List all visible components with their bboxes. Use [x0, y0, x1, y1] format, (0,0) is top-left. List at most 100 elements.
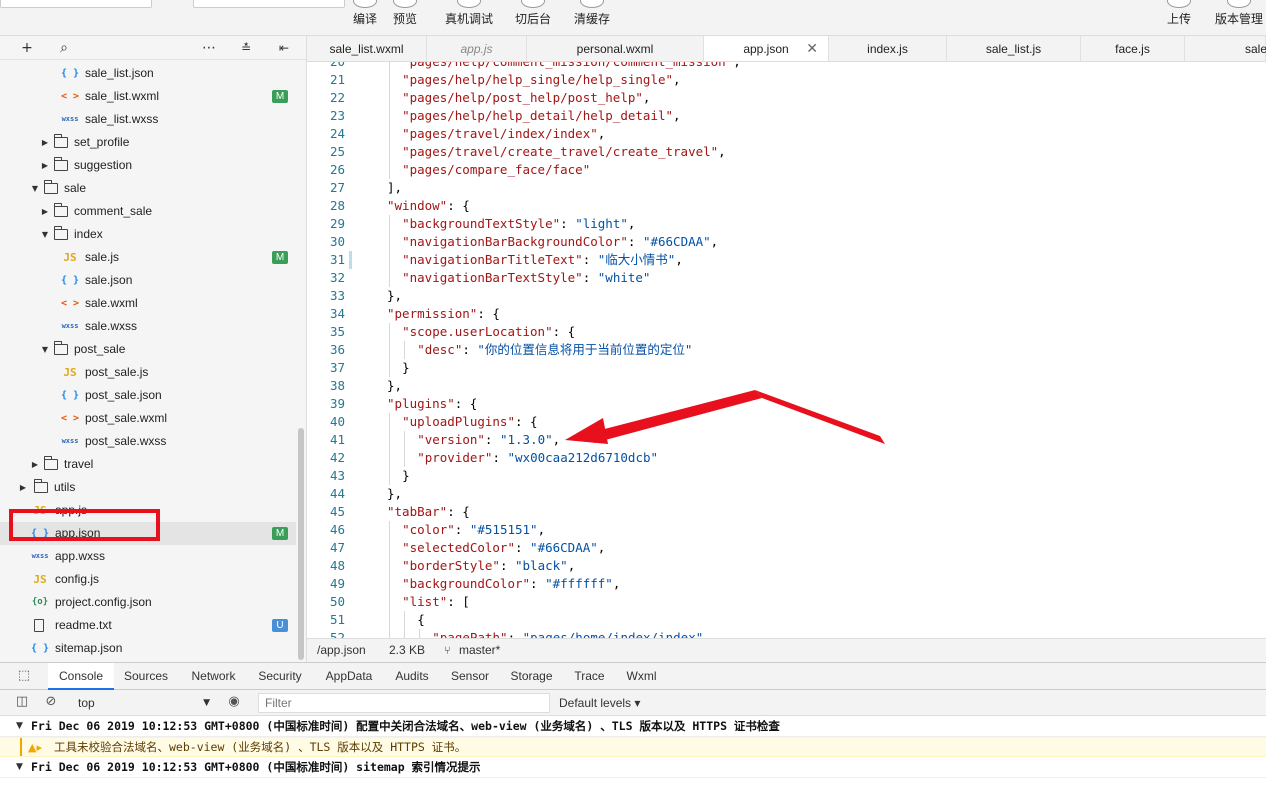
- devtools-tab[interactable]: Sensor: [444, 663, 496, 690]
- tree-file[interactable]: < > sale.wxml: [0, 292, 296, 315]
- wxss-file-icon: wxss: [61, 115, 79, 123]
- editor-tab[interactable]: app.js: [427, 36, 527, 61]
- tree-file[interactable]: wxss post_sale.wxss: [0, 430, 296, 453]
- tree-folder[interactable]: ▶ suggestion: [0, 154, 296, 177]
- json-file-icon: { }: [61, 275, 80, 286]
- devtools-tab[interactable]: Trace: [566, 663, 613, 690]
- compile-mode-selector[interactable]: [193, 0, 345, 8]
- chevron-right-icon[interactable]: ▶: [40, 131, 50, 154]
- chevron-down-icon[interactable]: ▼: [16, 758, 23, 777]
- tree-item-label: post_sale.wxss: [85, 434, 167, 448]
- editor-tab[interactable]: sale_list.wxml: [307, 36, 427, 61]
- remote-debug-button[interactable]: 真机调试: [440, 0, 498, 35]
- devtools-tab[interactable]: AppData: [317, 663, 381, 690]
- chevron-down-icon[interactable]: ▼: [16, 717, 23, 736]
- console-log-group[interactable]: ▼ Fri Dec 06 2019 10:12:53 GMT+0800 (中国标准…: [0, 758, 1266, 778]
- wxss-file-icon: wxss: [31, 552, 49, 560]
- wxml-file-icon: < >: [61, 91, 80, 102]
- more-icon[interactable]: ⋯: [200, 39, 218, 57]
- background-button[interactable]: 切后台: [509, 0, 557, 35]
- chevron-right-icon[interactable]: ▶: [30, 453, 40, 476]
- devtools-tab[interactable]: Sources: [117, 663, 175, 690]
- status-git-branch[interactable]: master*: [459, 639, 500, 662]
- tree-file[interactable]: JS sale.js M: [0, 246, 296, 269]
- clear-cache-button[interactable]: 清缓存: [568, 0, 616, 35]
- wxss-file-icon: wxss: [61, 437, 79, 445]
- tree-file[interactable]: < > sale_list.wxml M: [0, 85, 296, 108]
- sidebar-scrollbar[interactable]: [298, 428, 304, 660]
- console-warning[interactable]: ▲▸ 工具未校验合法域名、web-view (业务域名) 、TLS 版本以及 HT…: [0, 737, 1266, 757]
- editor-tab[interactable]: face.js: [1081, 36, 1185, 61]
- log-levels-dropdown[interactable]: Default levels ▾: [559, 693, 640, 713]
- collapse-all-icon[interactable]: ≛: [237, 39, 255, 57]
- devtools-tab[interactable]: Network: [182, 663, 245, 690]
- folder-open-icon: [54, 341, 68, 355]
- console-filter-input[interactable]: [258, 693, 550, 713]
- devtools-tab[interactable]: Audits: [387, 663, 437, 690]
- tree-file[interactable]: wxss app.wxss: [0, 545, 296, 568]
- tree-folder[interactable]: ▶ travel: [0, 453, 296, 476]
- tree-file[interactable]: {o} project.config.json: [0, 591, 296, 614]
- tree-file[interactable]: readme.txt U: [0, 614, 296, 637]
- tree-file[interactable]: JS config.js: [0, 568, 296, 591]
- tab-label: app.js: [460, 42, 493, 56]
- tree-file[interactable]: { } sitemap.json: [0, 637, 296, 660]
- tree-folder[interactable]: ▶ set_profile: [0, 131, 296, 154]
- tree-folder[interactable]: ▼ sale: [0, 177, 296, 200]
- chevron-right-icon[interactable]: ▶: [40, 200, 50, 223]
- tree-file[interactable]: wxss sale_list.wxss: [0, 108, 296, 131]
- tree-item-label: post_sale.wxml: [85, 411, 168, 425]
- devtools-tab[interactable]: Storage: [503, 663, 560, 690]
- context-selector[interactable]: top ▼: [72, 693, 214, 713]
- editor-tab[interactable]: sale: [1185, 36, 1266, 61]
- tree-file[interactable]: { } sale_list.json: [0, 62, 296, 85]
- tree-file[interactable]: { } post_sale.json: [0, 384, 296, 407]
- tree-file[interactable]: { } sale.json: [0, 269, 296, 292]
- tab-label: index.js: [867, 42, 908, 56]
- tree-file[interactable]: wxss sale.wxss: [0, 315, 296, 338]
- tree-folder[interactable]: ▶ utils: [0, 476, 296, 499]
- folder-icon: [44, 456, 58, 470]
- compile-button[interactable]: 编译: [346, 0, 384, 35]
- chevron-right-icon[interactable]: ▶: [40, 154, 50, 177]
- preview-button[interactable]: 预览: [386, 0, 424, 35]
- upload-button[interactable]: 上传: [1160, 0, 1198, 35]
- chevron-right-icon[interactable]: ▶: [18, 476, 28, 499]
- add-icon[interactable]: +: [18, 39, 36, 57]
- toggle-sidebar-icon[interactable]: ⇤: [275, 39, 293, 57]
- code-editor[interactable]: 20"pages/help/comment_mission/comment_mi…: [307, 62, 1266, 638]
- search-icon[interactable]: ⌕: [55, 39, 73, 57]
- tree-folder[interactable]: ▼ index: [0, 223, 296, 246]
- version-manager-icon: [1227, 0, 1251, 8]
- clear-console-icon[interactable]: ⊘: [43, 694, 59, 710]
- wxss-file-icon: wxss: [61, 322, 79, 330]
- sidebar-toggle-icon[interactable]: ◫: [14, 694, 30, 710]
- tree-folder[interactable]: ▶ comment_sale: [0, 200, 296, 223]
- inspect-element-icon[interactable]: ⬚: [16, 668, 32, 684]
- devtools-tab[interactable]: Wxml: [618, 663, 665, 690]
- close-tab-icon[interactable]: ✕: [806, 36, 818, 61]
- editor-tab[interactable]: sale_list.js: [947, 36, 1081, 61]
- project-selector[interactable]: [0, 0, 152, 8]
- editor-tab[interactable]: personal.wxml: [527, 36, 704, 61]
- txt-file-icon: [34, 619, 44, 632]
- tree-folder[interactable]: ▼ post_sale: [0, 338, 296, 361]
- editor-tab[interactable]: app.json ✕: [704, 36, 829, 61]
- js-file-icon: JS: [33, 573, 47, 586]
- tree-item-label: post_sale.json: [85, 388, 162, 402]
- version-manager-button[interactable]: 版本管理: [1212, 0, 1266, 35]
- tree-item-label: readme.txt: [55, 618, 112, 632]
- chevron-down-icon[interactable]: ▼: [40, 223, 50, 246]
- console-log-group[interactable]: ▼ Fri Dec 06 2019 10:12:53 GMT+0800 (中国标准…: [0, 717, 1266, 737]
- tree-file[interactable]: JS post_sale.js: [0, 361, 296, 384]
- tree-item-label: suggestion: [74, 158, 133, 172]
- editor-tab[interactable]: index.js: [829, 36, 947, 61]
- devtools-tab[interactable]: Console: [48, 663, 114, 690]
- devtools-tab[interactable]: Security: [251, 663, 309, 690]
- upload-icon: [1167, 0, 1191, 8]
- tree-item-label: sale.json: [85, 273, 133, 287]
- tree-file[interactable]: < > post_sale.wxml: [0, 407, 296, 430]
- eye-icon[interactable]: ◉: [226, 694, 242, 710]
- chevron-down-icon[interactable]: ▼: [40, 338, 50, 361]
- chevron-down-icon[interactable]: ▼: [30, 177, 40, 200]
